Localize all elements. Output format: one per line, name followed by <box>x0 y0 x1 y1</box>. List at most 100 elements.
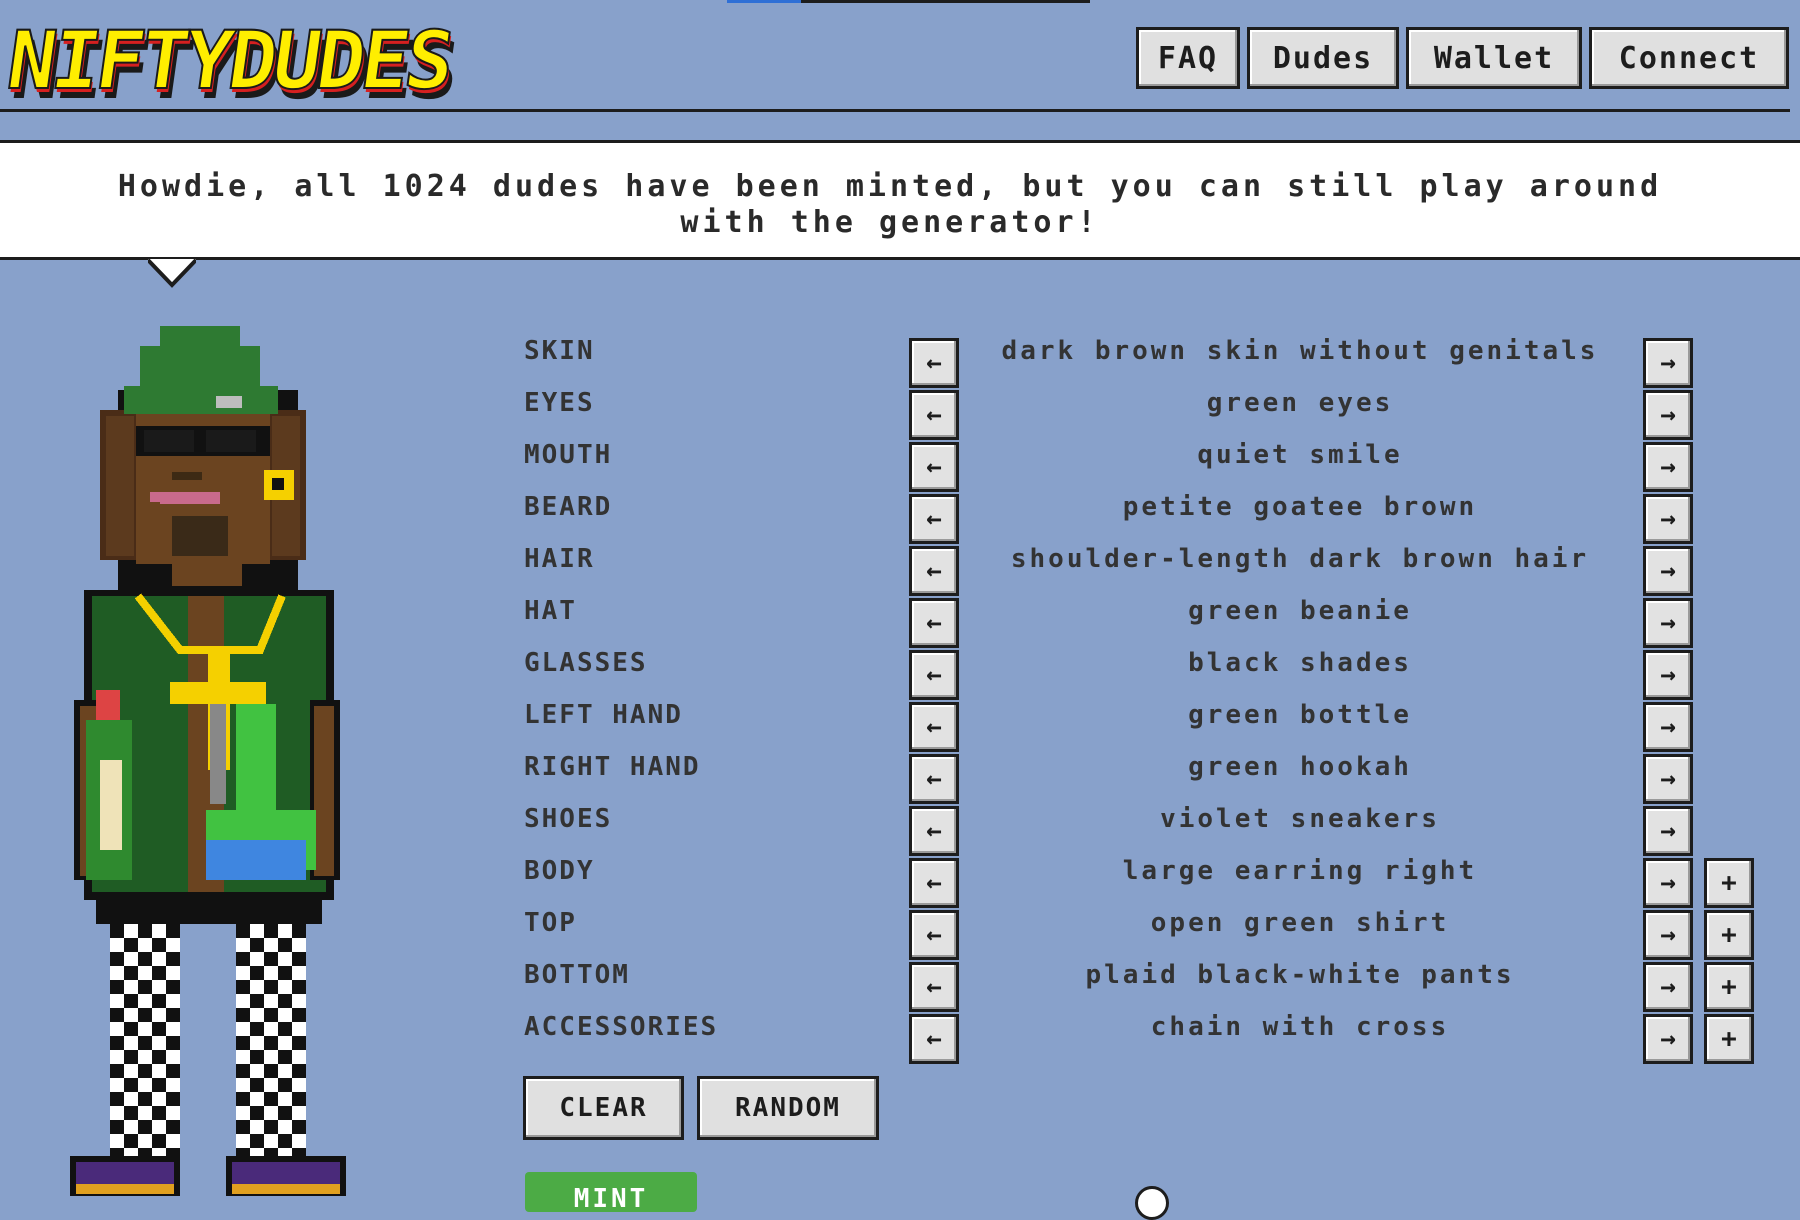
header-divider <box>0 109 1790 112</box>
hair-prev-button[interactable]: ← <box>909 546 959 596</box>
help-circle-icon[interactable] <box>1135 1186 1169 1220</box>
arrow-left-icon: ← <box>926 816 942 846</box>
arrow-right-icon: → <box>1660 1024 1676 1054</box>
arrow-left-icon: ← <box>926 608 942 638</box>
beard-next-button[interactable]: → <box>1643 494 1693 544</box>
arrow-right-icon: → <box>1660 868 1676 898</box>
shoes-next-button[interactable]: → <box>1643 806 1693 856</box>
top-next-button[interactable]: → <box>1643 910 1693 960</box>
right-hand-next-button[interactable]: → <box>1643 754 1693 804</box>
trait-label-beard: BEARD <box>524 492 613 522</box>
trait-label-eyes: EYES <box>524 388 595 418</box>
skin-prev-button[interactable]: ← <box>909 338 959 388</box>
left-hand-prev-button[interactable]: ← <box>909 702 959 752</box>
arrow-left-icon: ← <box>926 660 942 690</box>
arrow-right-icon: → <box>1660 712 1676 742</box>
bubble-line-2: with the generator! <box>680 205 1100 240</box>
arrow-left-icon: ← <box>926 348 942 378</box>
eyes-next-button[interactable]: → <box>1643 390 1693 440</box>
hat-prev-button[interactable]: ← <box>909 598 959 648</box>
trait-value-mouth: quiet smile <box>1197 440 1403 470</box>
arrow-right-icon: → <box>1660 920 1676 950</box>
trait-value-shoes: violet sneakers <box>1160 804 1440 834</box>
trait-value-eyes: green eyes <box>1206 388 1394 418</box>
shoes-prev-button[interactable]: ← <box>909 806 959 856</box>
body-add-button[interactable]: + <box>1704 858 1754 908</box>
arrow-left-icon: ← <box>926 504 942 534</box>
trait-label-mouth: MOUTH <box>524 440 613 470</box>
arrow-left-icon: ← <box>926 972 942 1002</box>
arrow-left-icon: ← <box>926 764 942 794</box>
speech-bubble: Howdie, all 1024 dudes have been minted,… <box>0 140 1800 260</box>
right-hand-prev-button[interactable]: ← <box>909 754 959 804</box>
trait-label-accessories: ACCESSORIES <box>524 1012 719 1042</box>
bubble-message: Howdie, all 1024 dudes have been minted,… <box>40 169 1740 241</box>
arrow-right-icon: → <box>1660 660 1676 690</box>
bottom-add-button[interactable]: + <box>1704 962 1754 1012</box>
arrow-left-icon: ← <box>926 452 942 482</box>
body-prev-button[interactable]: ← <box>909 858 959 908</box>
accessories-add-button[interactable]: + <box>1704 1014 1754 1064</box>
bottom-next-button[interactable]: → <box>1643 962 1693 1012</box>
skin-next-button[interactable]: → <box>1643 338 1693 388</box>
trait-value-right-hand: green hookah <box>1188 752 1412 782</box>
arrow-right-icon: → <box>1660 504 1676 534</box>
trait-label-top: TOP <box>524 908 577 938</box>
arrow-left-icon: ← <box>926 712 942 742</box>
arrow-right-icon: → <box>1660 400 1676 430</box>
glasses-prev-button[interactable]: ← <box>909 650 959 700</box>
top-tab-highlight <box>727 0 801 3</box>
plus-icon: + <box>1721 1024 1737 1054</box>
trait-label-hair: HAIR <box>524 544 595 574</box>
plus-icon: + <box>1721 920 1737 950</box>
trait-value-top: open green shirt <box>1150 908 1450 938</box>
body-next-button[interactable]: → <box>1643 858 1693 908</box>
arrow-left-icon: ← <box>926 920 942 950</box>
trait-label-shoes: SHOES <box>524 804 613 834</box>
arrow-left-icon: ← <box>926 400 942 430</box>
eyes-prev-button[interactable]: ← <box>909 390 959 440</box>
accessories-prev-button[interactable]: ← <box>909 1014 959 1064</box>
plus-icon: + <box>1721 972 1737 1002</box>
trait-label-hat: HAT <box>524 596 577 626</box>
nav-connect-button[interactable]: Connect <box>1589 27 1789 89</box>
trait-value-accessories: chain with cross <box>1150 1012 1450 1042</box>
trait-value-left-hand: green bottle <box>1188 700 1412 730</box>
left-hand-next-button[interactable]: → <box>1643 702 1693 752</box>
mouth-prev-button[interactable]: ← <box>909 442 959 492</box>
svg-text:NIFTYDUDES: NIFTYDUDES <box>2 20 457 107</box>
top-add-button[interactable]: + <box>1704 910 1754 960</box>
top-prev-button[interactable]: ← <box>909 910 959 960</box>
arrow-left-icon: ← <box>926 868 942 898</box>
clear-button[interactable]: CLEAR <box>523 1076 684 1140</box>
arrow-left-icon: ← <box>926 1024 942 1054</box>
arrow-right-icon: → <box>1660 608 1676 638</box>
nav-faq-button[interactable]: FAQ <box>1136 27 1240 89</box>
hair-next-button[interactable]: → <box>1643 546 1693 596</box>
nav-wallet-button[interactable]: Wallet <box>1406 27 1582 89</box>
top-bar: NIFTYDUDES NIFTYDUDES NIFTYDUDES FAQ Dud… <box>0 0 1800 112</box>
bottom-prev-button[interactable]: ← <box>909 962 959 1012</box>
trait-label-skin: SKIN <box>524 336 595 366</box>
hat-next-button[interactable]: → <box>1643 598 1693 648</box>
trait-label-glasses: GLASSES <box>524 648 648 678</box>
arrow-right-icon: → <box>1660 556 1676 586</box>
bubble-tail <box>148 259 196 288</box>
trait-value-hat: green beanie <box>1188 596 1412 626</box>
nav-dudes-button[interactable]: Dudes <box>1247 27 1399 89</box>
beard-prev-button[interactable]: ← <box>909 494 959 544</box>
arrow-right-icon: → <box>1660 452 1676 482</box>
trait-value-glasses: black shades <box>1188 648 1412 678</box>
niftydudes-logo[interactable]: NIFTYDUDES NIFTYDUDES NIFTYDUDES <box>0 20 600 110</box>
trait-value-body: large earring right <box>1122 856 1478 886</box>
accessories-next-button[interactable]: → <box>1643 1014 1693 1064</box>
random-button[interactable]: RANDOM <box>697 1076 879 1140</box>
arrow-right-icon: → <box>1660 764 1676 794</box>
trait-value-skin: dark brown skin without genitals <box>1001 336 1599 366</box>
dude-avatar <box>70 326 346 1196</box>
trait-label-right-hand: RIGHT HAND <box>524 752 701 782</box>
trait-value-beard: petite goatee brown <box>1122 492 1478 522</box>
mouth-next-button[interactable]: → <box>1643 442 1693 492</box>
mint-button[interactable]: MINT <box>525 1172 697 1214</box>
glasses-next-button[interactable]: → <box>1643 650 1693 700</box>
